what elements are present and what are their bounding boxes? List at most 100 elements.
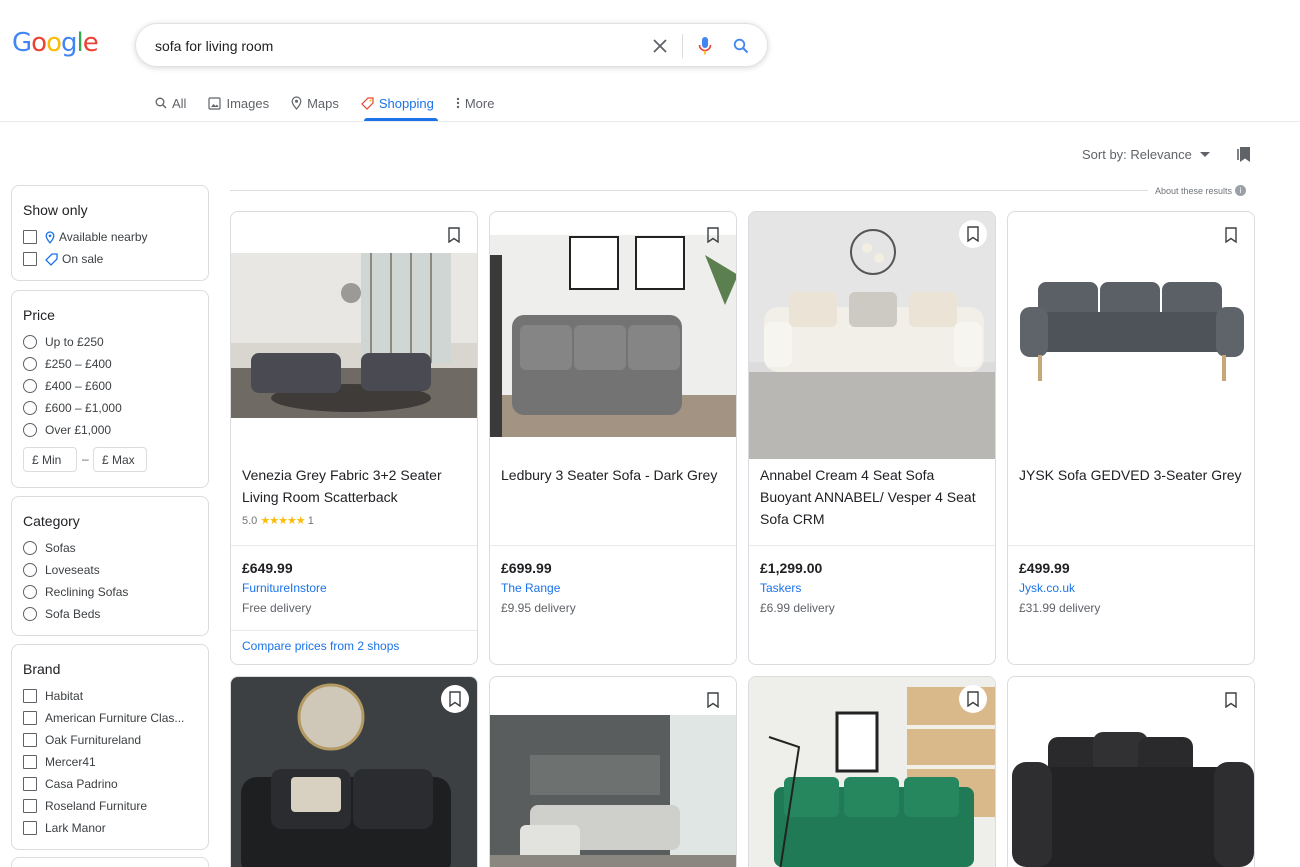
tab-all[interactable]: All (155, 92, 186, 114)
search-input[interactable] (155, 35, 635, 57)
product-seller[interactable]: The Range (501, 581, 560, 595)
product-delivery: Free delivery (242, 601, 312, 615)
product-card[interactable] (1007, 676, 1255, 867)
price-option[interactable]: £600 – £1,000 (23, 401, 122, 415)
product-title[interactable]: Annabel Cream 4 Seat Sofa Buoyant ANNABE… (760, 464, 988, 530)
product-card[interactable]: Ledbury 3 Seater Sofa - Dark Grey £699.9… (489, 211, 737, 665)
radio[interactable] (23, 585, 37, 599)
checkbox[interactable] (23, 711, 37, 725)
bookmark-icon[interactable] (959, 220, 987, 248)
bookmark-icon[interactable] (702, 689, 724, 711)
product-seller[interactable]: FurnitureInstore (242, 581, 327, 595)
brand-option[interactable]: Lark Manor (23, 821, 106, 835)
bookmark-icon[interactable] (1220, 689, 1242, 711)
filter-price: Price Up to £250 £250 – £400 £400 – £600… (11, 290, 209, 488)
product-card[interactable]: Venezia Grey Fabric 3+2 Seater Living Ro… (230, 211, 478, 665)
radio[interactable] (23, 379, 37, 393)
tab-more[interactable]: More (456, 92, 494, 114)
checkbox[interactable] (23, 252, 37, 266)
search-divider (682, 34, 683, 58)
tab-shopping[interactable]: Shopping (361, 92, 434, 114)
filter-available-nearby[interactable]: Available nearby (23, 230, 148, 244)
brand-option[interactable]: Oak Furnitureland (23, 733, 141, 747)
product-price: £499.99 (1019, 560, 1070, 576)
price-option[interactable]: Over £1,000 (23, 423, 111, 437)
product-card[interactable]: Annabel Cream 4 Seat Sofa Buoyant ANNABE… (748, 211, 996, 665)
tab-images[interactable]: Images (208, 92, 269, 114)
microphone-icon[interactable] (695, 36, 715, 56)
google-logo[interactable]: Google (12, 28, 99, 58)
checkbox[interactable] (23, 755, 37, 769)
checkbox[interactable] (23, 733, 37, 747)
radio[interactable] (23, 335, 37, 349)
tab-maps[interactable]: Maps (291, 92, 339, 114)
filter-title: Category (23, 513, 80, 529)
clear-icon[interactable] (650, 36, 670, 56)
price-max-input[interactable]: £ Max (93, 447, 147, 472)
radio[interactable] (23, 563, 37, 577)
filter-category: Category Sofas Loveseats Reclining Sofas… (11, 496, 209, 636)
radio[interactable] (23, 607, 37, 621)
brand-option[interactable]: American Furniture Clas... (23, 711, 184, 725)
caret-down-icon (1199, 152, 1210, 157)
product-image[interactable] (1008, 727, 1255, 867)
saved-items-icon[interactable] (1236, 145, 1252, 168)
bookmark-icon[interactable] (1220, 224, 1242, 246)
filter-title: Brand (23, 661, 61, 677)
product-image[interactable] (490, 715, 737, 867)
checkbox[interactable] (23, 799, 37, 813)
filter-on-sale[interactable]: On sale (23, 252, 103, 266)
tag-icon (45, 252, 58, 266)
checkbox[interactable] (23, 821, 37, 835)
radio[interactable] (23, 401, 37, 415)
category-option[interactable]: Reclining Sofas (23, 585, 128, 599)
filter-show-only: Show only Available nearby On sale (11, 185, 209, 281)
price-option[interactable]: £250 – £400 (23, 357, 112, 371)
compare-prices-link[interactable]: Compare prices from 2 shops (242, 639, 399, 653)
bookmark-icon[interactable] (441, 685, 469, 713)
radio[interactable] (23, 357, 37, 371)
product-title[interactable]: JYSK Sofa GEDVED 3-Seater Grey (1019, 464, 1247, 486)
product-image[interactable] (1008, 277, 1255, 387)
category-option[interactable]: Sofa Beds (23, 607, 100, 621)
bookmark-icon[interactable] (443, 224, 465, 246)
product-card[interactable]: JYSK Sofa GEDVED 3-Seater Grey £499.99 J… (1007, 211, 1255, 665)
product-card[interactable] (489, 676, 737, 867)
filter-brand: Brand Habitat American Furniture Clas...… (11, 644, 209, 850)
price-option[interactable]: £400 – £600 (23, 379, 112, 393)
product-seller[interactable]: Taskers (760, 581, 801, 595)
radio[interactable] (23, 541, 37, 555)
bookmark-icon[interactable] (702, 224, 724, 246)
product-seller[interactable]: Jysk.co.uk (1019, 581, 1075, 595)
star-rating-icon: ★★★★★ (260, 515, 305, 527)
tag-icon (361, 96, 374, 110)
price-option[interactable]: Up to £250 (23, 335, 104, 349)
brand-option[interactable]: Mercer41 (23, 755, 96, 769)
brand-option[interactable]: Roseland Furniture (23, 799, 147, 813)
radio[interactable] (23, 423, 37, 437)
product-image[interactable] (749, 212, 996, 459)
category-option[interactable]: Loveseats (23, 563, 100, 577)
about-results[interactable]: About these results i (1155, 185, 1247, 196)
card-divider (231, 630, 477, 631)
more-vert-icon (456, 97, 460, 109)
product-image[interactable] (231, 677, 478, 867)
brand-option[interactable]: Habitat (23, 689, 83, 703)
product-image[interactable] (490, 235, 737, 437)
bookmark-icon[interactable] (959, 685, 987, 713)
header-divider (0, 121, 1300, 122)
sort-dropdown[interactable]: Sort by: Relevance (1082, 147, 1210, 162)
product-title[interactable]: Ledbury 3 Seater Sofa - Dark Grey (501, 464, 729, 486)
checkbox[interactable] (23, 689, 37, 703)
checkbox[interactable] (23, 777, 37, 791)
price-min-input[interactable]: £ Min (23, 447, 77, 472)
product-card[interactable] (748, 676, 996, 867)
checkbox[interactable] (23, 230, 37, 244)
search-icon[interactable] (731, 36, 751, 56)
category-option[interactable]: Sofas (23, 541, 76, 555)
product-card[interactable] (230, 676, 478, 867)
product-image[interactable] (231, 253, 478, 418)
product-title[interactable]: Venezia Grey Fabric 3+2 Seater Living Ro… (242, 464, 470, 508)
product-image[interactable] (749, 677, 996, 867)
brand-option[interactable]: Casa Padrino (23, 777, 118, 791)
